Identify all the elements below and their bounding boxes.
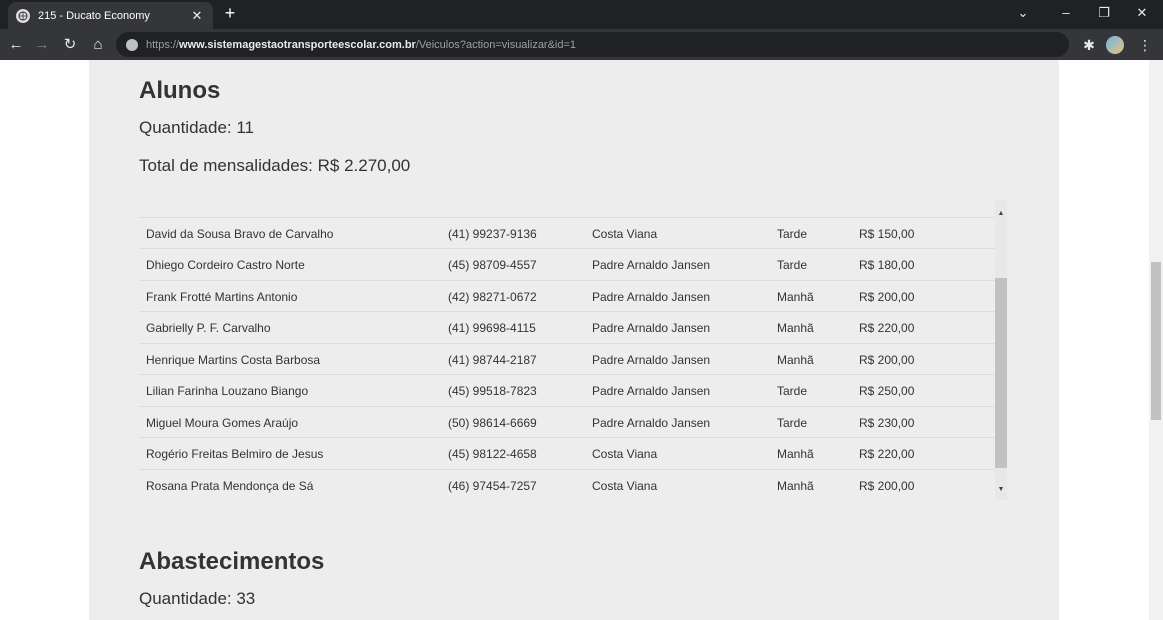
- forward-icon[interactable]: →: [32, 35, 52, 55]
- cell-escola: Costa Viana: [592, 479, 658, 493]
- cell-turno: Tarde: [777, 416, 808, 430]
- abastecimentos-quantidade: Quantidade: 33: [139, 589, 256, 608]
- cell-nome: David da Sousa Bravo de Carvalho: [146, 227, 334, 241]
- table-row[interactable]: Rogério Freitas Belmiro de Jesus (45) 98…: [139, 437, 995, 468]
- cell-valor: R$ 250,00: [859, 384, 915, 398]
- cell-telefone: (50) 98614-6669: [448, 416, 537, 430]
- address-bar[interactable]: https:// www.sistemagestaotransporteesco…: [116, 32, 1069, 57]
- tab-search-icon[interactable]: ⌄: [1013, 4, 1033, 22]
- browser-toolbar: ← → ↻ ⌂ https:// www.sistemagestaotransp…: [0, 29, 1163, 60]
- cell-telefone: (45) 99518-7823: [448, 384, 537, 398]
- cell-telefone: (42) 98271-0672: [448, 290, 537, 304]
- table-row[interactable]: David da Sousa Bravo de Carvalho (41) 99…: [139, 217, 995, 248]
- cell-escola: Padre Arnaldo Jansen: [592, 290, 711, 304]
- cell-nome: Henrique Martins Costa Barbosa: [146, 353, 321, 367]
- table-scrollbar-thumb[interactable]: [995, 278, 1007, 468]
- table-row[interactable]: Dhiego Cordeiro Castro Norte (45) 98709-…: [139, 248, 995, 279]
- table-row[interactable]: Gabrielly P. F. Carvalho (41) 99698-4115…: [139, 311, 995, 342]
- cell-valor: R$ 230,00: [859, 416, 915, 430]
- cell-nome: Rosana Prata Mendonça de Sá: [146, 479, 314, 493]
- globe-icon: [16, 8, 30, 23]
- minimize-icon[interactable]: –: [1056, 4, 1076, 22]
- url-host: www.sistemagestaotransporteescolar.com.b…: [179, 38, 416, 51]
- page-scrollbar-thumb[interactable]: [1151, 262, 1161, 420]
- table-row[interactable]: Henrique Martins Costa Barbosa (41) 9874…: [139, 343, 995, 374]
- cell-nome: Rogério Freitas Belmiro de Jesus: [146, 447, 324, 461]
- tab-close-icon[interactable]: ✕: [189, 8, 205, 24]
- restore-icon[interactable]: ❐: [1094, 4, 1114, 22]
- reload-icon[interactable]: ↻: [60, 35, 80, 55]
- menu-kebab-icon[interactable]: ⋮: [1136, 36, 1154, 54]
- alunos-heading: Alunos: [139, 77, 221, 104]
- cell-telefone: (41) 98744-2187: [448, 353, 537, 367]
- cell-valor: R$ 200,00: [859, 290, 915, 304]
- cell-telefone: (41) 99237-9136: [448, 227, 537, 241]
- cell-nome: Miguel Moura Gomes Araújo: [146, 416, 299, 430]
- profile-avatar[interactable]: [1106, 36, 1124, 54]
- browser-tab[interactable]: 215 - Ducato Economy ✕: [8, 2, 213, 29]
- cell-turno: Tarde: [777, 258, 808, 272]
- page-scrollbar[interactable]: [1149, 60, 1163, 620]
- new-tab-button[interactable]: +: [220, 3, 240, 23]
- cell-turno: Manhã: [777, 290, 814, 304]
- cell-escola: Padre Arnaldo Jansen: [592, 321, 711, 335]
- tab-title: 215 - Ducato Economy: [38, 9, 150, 22]
- table-row[interactable]: Frank Frotté Martins Antonio (42) 98271-…: [139, 280, 995, 311]
- scroll-up-icon[interactable]: ▲: [995, 208, 1007, 220]
- alunos-table[interactable]: David da Sousa Bravo de Carvalho (41) 99…: [139, 200, 1007, 500]
- cell-turno: Manhã: [777, 479, 814, 493]
- extensions-icon[interactable]: ✱: [1080, 36, 1098, 54]
- table-row[interactable]: Lilian Farinha Louzano Biango (45) 99518…: [139, 374, 995, 405]
- url-path: /Veiculos?action=visualizar&id=1: [415, 38, 577, 51]
- cell-nome: Lilian Farinha Louzano Biango: [146, 384, 309, 398]
- cell-turno: Manhã: [777, 447, 814, 461]
- abastecimentos-heading: Abastecimentos: [139, 548, 325, 575]
- table-scrollbar[interactable]: ▲ ▼: [995, 200, 1007, 500]
- scroll-down-icon[interactable]: ▼: [995, 484, 1007, 496]
- cell-turno: Manhã: [777, 321, 814, 335]
- alunos-quantidade: Quantidade: 11: [139, 118, 254, 137]
- cell-turno: Manhã: [777, 353, 814, 367]
- page-viewport: Alunos Quantidade: 11 Total de mensalida…: [0, 60, 1163, 620]
- cell-valor: R$ 220,00: [859, 321, 915, 335]
- cell-valor: R$ 220,00: [859, 447, 915, 461]
- cell-escola: Padre Arnaldo Jansen: [592, 258, 711, 272]
- cell-nome: Gabrielly P. F. Carvalho: [146, 321, 271, 335]
- cell-telefone: (45) 98122-4658: [448, 447, 537, 461]
- table-row[interactable]: Rosana Prata Mendonça de Sá (46) 97454-7…: [139, 469, 995, 500]
- cell-turno: Tarde: [777, 384, 808, 398]
- cell-escola: Padre Arnaldo Jansen: [592, 353, 711, 367]
- cell-valor: R$ 180,00: [859, 258, 915, 272]
- url-protocol: https://: [146, 38, 180, 51]
- site-info-icon[interactable]: [126, 38, 138, 51]
- cell-telefone: (45) 98709-4557: [448, 258, 537, 272]
- cell-escola: Padre Arnaldo Jansen: [592, 416, 711, 430]
- cell-turno: Tarde: [777, 227, 808, 241]
- cell-telefone: (46) 97454-7257: [448, 479, 537, 493]
- content-panel: Alunos Quantidade: 11 Total de mensalida…: [89, 60, 1059, 620]
- cell-valor: R$ 200,00: [859, 353, 915, 367]
- cell-escola: Padre Arnaldo Jansen: [592, 384, 711, 398]
- home-icon[interactable]: ⌂: [88, 35, 108, 55]
- back-icon[interactable]: ←: [6, 35, 26, 55]
- cell-escola: Costa Viana: [592, 447, 658, 461]
- cell-valor: R$ 200,00: [859, 479, 915, 493]
- cell-nome: Dhiego Cordeiro Castro Norte: [146, 258, 305, 272]
- cell-nome: Frank Frotté Martins Antonio: [146, 290, 298, 304]
- browser-tab-strip: 215 - Ducato Economy ✕ + ⌄ – ❐ ✕: [0, 0, 1163, 29]
- cell-telefone: (41) 99698-4115: [448, 321, 536, 335]
- table-row[interactable]: Miguel Moura Gomes Araújo (50) 98614-666…: [139, 406, 995, 437]
- close-window-icon[interactable]: ✕: [1132, 4, 1152, 22]
- alunos-total-mensalidades: Total de mensalidades: R$ 2.270,00: [139, 156, 411, 175]
- cell-escola: Costa Viana: [592, 227, 658, 241]
- cell-valor: R$ 150,00: [859, 227, 915, 241]
